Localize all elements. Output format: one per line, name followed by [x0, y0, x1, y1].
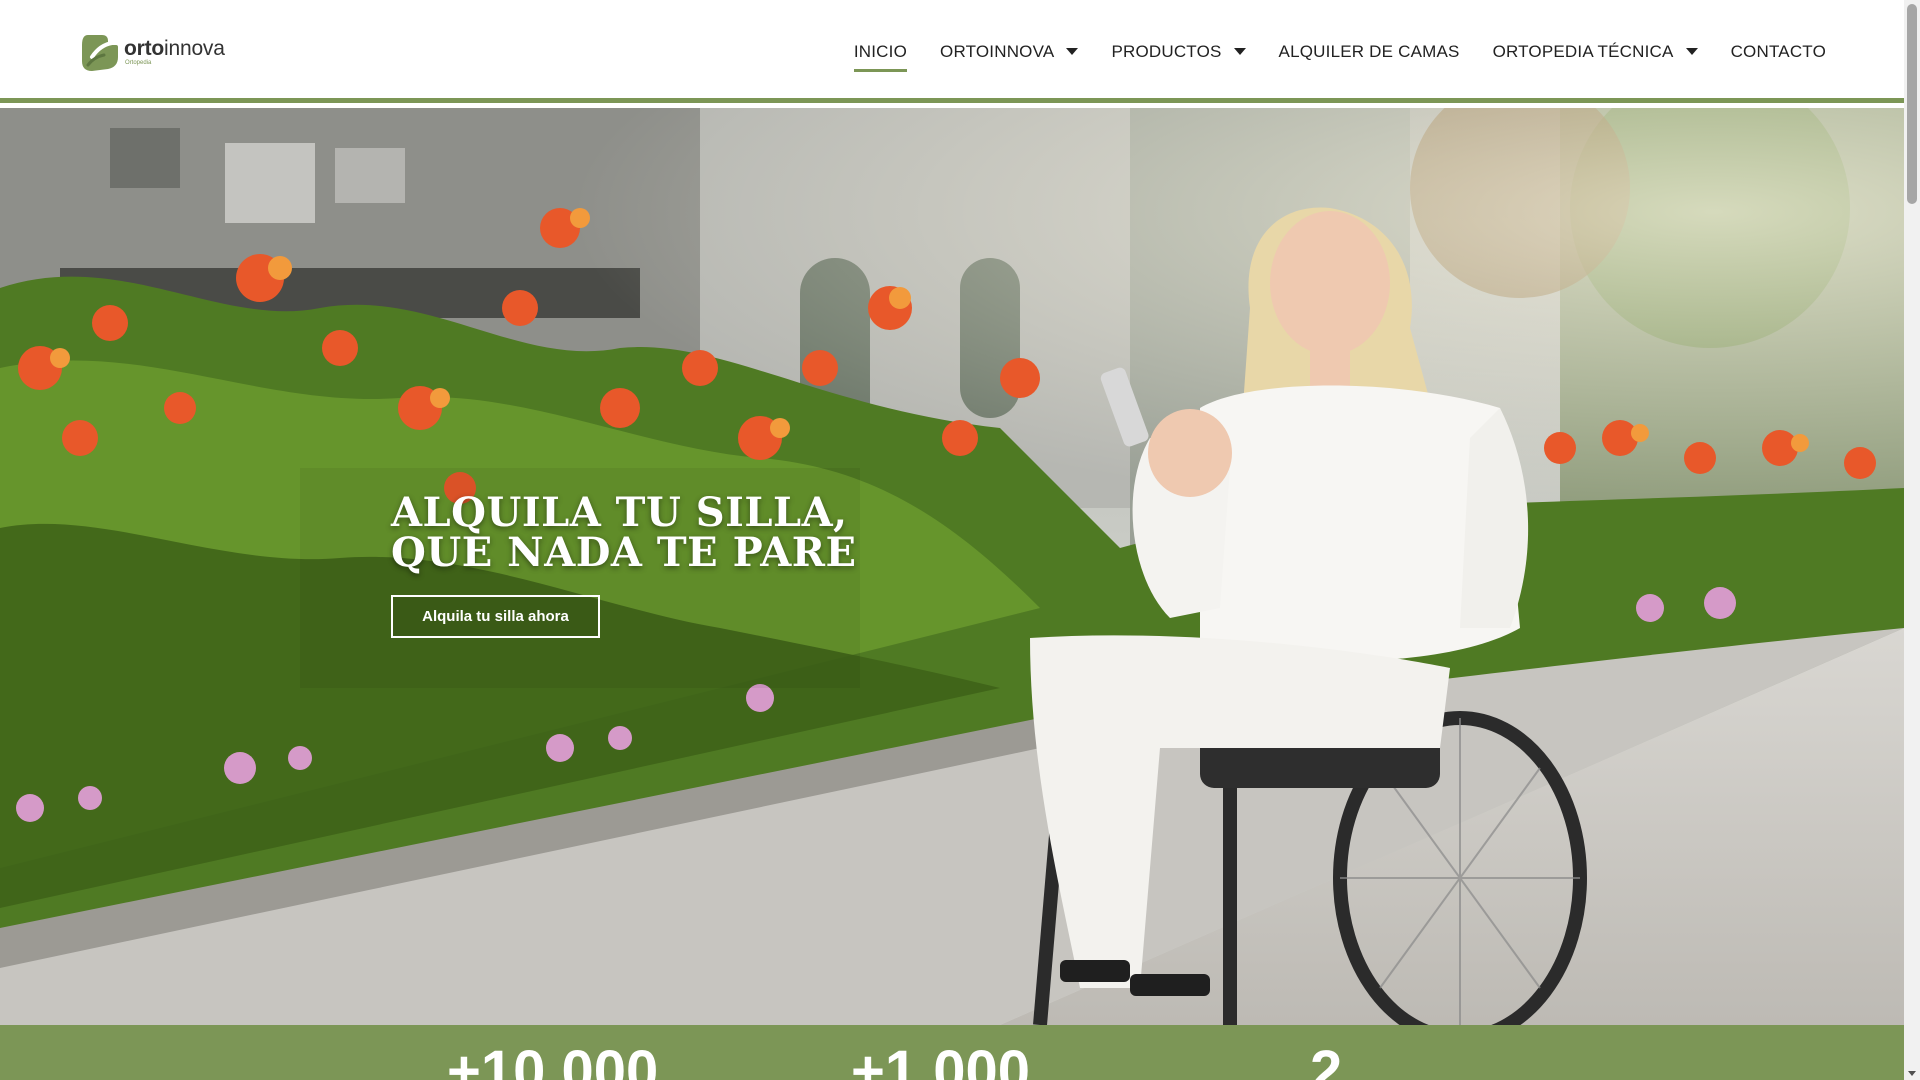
nav-item-ortoinnova[interactable]: ORTOINNOVA	[940, 32, 1079, 72]
nav-item-alquiler-de-camas[interactable]: ALQUILER DE CAMAS	[1279, 32, 1460, 72]
logo-tagline: Ortopedia	[125, 60, 152, 66]
stats-strip: +10.000 +1.000 2	[0, 1025, 1904, 1080]
scroll-down-arrow-icon[interactable]	[1908, 1071, 1916, 1076]
logo-mark-icon	[82, 35, 118, 71]
nav-item-productos[interactable]: PRODUCTOS	[1111, 32, 1246, 72]
main-nav: INICIO ORTOINNOVA PRODUCTOS ALQUILER DE …	[853, 0, 1826, 103]
nav-item-ortopedia-tecnica[interactable]: ORTOPEDIA TÉCNICA	[1493, 32, 1698, 72]
nav-item-contacto[interactable]: CONTACTO	[1731, 32, 1826, 72]
page-scrollbar[interactable]	[1904, 0, 1920, 1080]
nav-item-label: CONTACTO	[1730, 41, 1826, 61]
stat-customers: +10.000	[447, 1039, 659, 1080]
scrollbar-thumb[interactable]	[1907, 4, 1917, 204]
logo-wordmark: ortoinnova	[124, 37, 225, 60]
caret-down-icon	[1233, 48, 1246, 55]
caret-down-icon	[1066, 48, 1079, 55]
nav-item-label: ORTOPEDIA TÉCNICA	[1492, 41, 1674, 61]
stat-products: +1.000	[851, 1039, 1031, 1080]
hero-content: ALQUILA TU SILLA, QUE NADA TE PARE Alqui…	[391, 493, 857, 638]
nav-item-label: ORTOINNOVA	[940, 41, 1055, 61]
hero-banner: ALQUILA TU SILLA, QUE NADA TE PARE Alqui…	[0, 108, 1904, 1025]
site-logo[interactable]: ortoinnova Ortopedia	[78, 30, 225, 74]
rent-wheelchair-button[interactable]: Alquila tu silla ahora	[391, 595, 600, 638]
logo-text: ortoinnova Ortopedia	[124, 38, 225, 66]
nav-item-label: ALQUILER DE CAMAS	[1278, 41, 1460, 61]
hero-title: ALQUILA TU SILLA, QUE NADA TE PARE	[391, 493, 857, 573]
nav-item-label: INICIO	[853, 41, 908, 61]
site-header: ortoinnova Ortopedia INICIO ORTOINNOVA P…	[0, 0, 1904, 103]
hero-title-line-2: QUE NADA TE PARE	[391, 529, 857, 576]
caret-down-icon	[1685, 48, 1698, 55]
stat-stores: 2	[1310, 1039, 1343, 1080]
nav-item-inicio[interactable]: INICIO	[853, 32, 908, 72]
nav-item-label: PRODUCTOS	[1111, 41, 1222, 61]
woman-in-wheelchair-photo	[0, 108, 1904, 1025]
